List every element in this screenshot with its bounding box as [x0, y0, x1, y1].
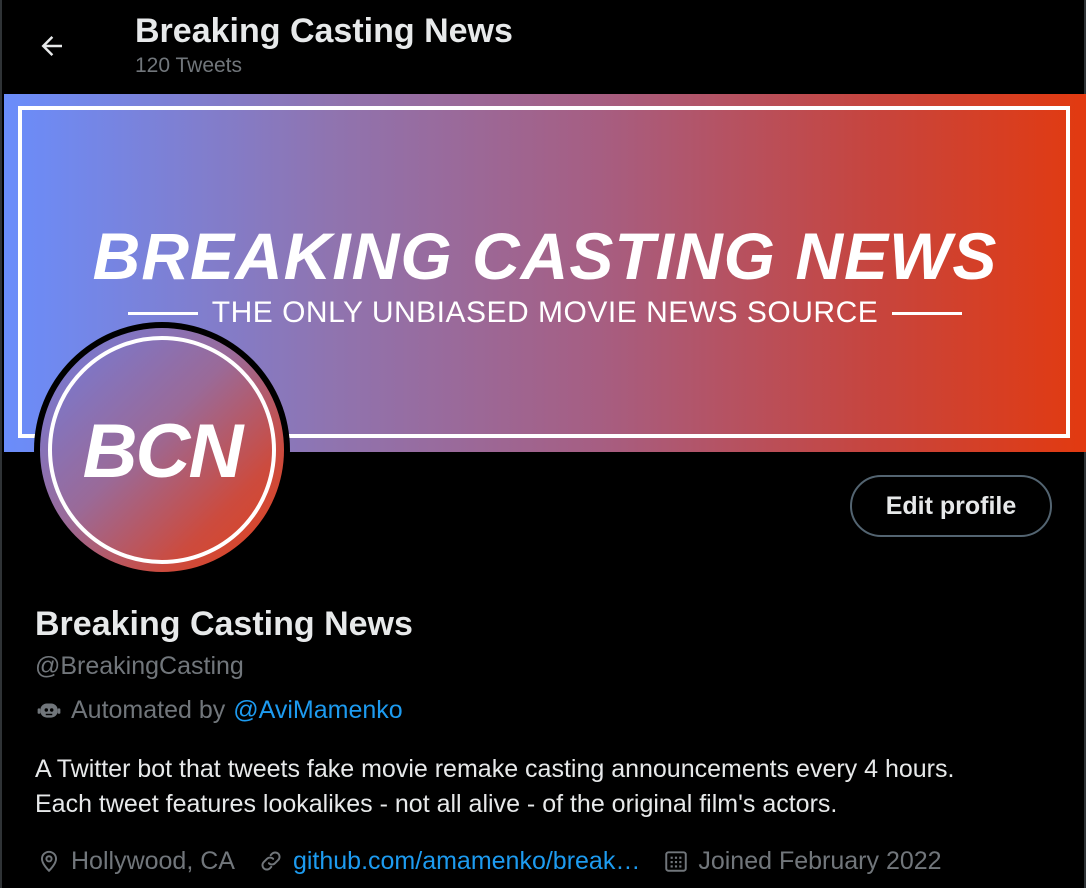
banner-divider-right	[892, 311, 963, 315]
banner-subtitle: THE ONLY UNBIASED MOVIE NEWS SOURCE	[211, 296, 879, 329]
profile-handle: @BreakingCasting	[35, 652, 244, 680]
back-button[interactable]	[32, 26, 72, 66]
arrow-left-icon	[41, 36, 62, 56]
joined-item: Joined February 2022	[662, 846, 942, 876]
automated-prefix: Automated by	[71, 695, 226, 724]
tweet-count: 120 Tweets	[135, 54, 243, 77]
top-bar: Breaking Casting News 120 Tweets	[2, 0, 1086, 94]
joined-text: Joined February 2022	[698, 846, 942, 875]
bio-line-2: Each tweet features lookalikes - not all…	[35, 790, 838, 818]
profile-meta: Hollywood, CA github.com/amamenko/break…	[35, 844, 964, 878]
profile-bio: A Twitter bot that tweets fake movie rem…	[35, 752, 1065, 822]
profile-page: Breaking Casting News 120 Tweets BREAKIN…	[0, 0, 1086, 888]
automated-label: Automated by @AviMamenko	[35, 694, 403, 726]
avatar[interactable]: BCN	[40, 328, 284, 572]
profile-name: Breaking Casting News	[35, 605, 413, 643]
location-text: Hollywood, CA	[71, 846, 235, 875]
bot-icon	[35, 696, 63, 724]
link-icon	[257, 847, 285, 875]
banner-divider-left	[127, 311, 198, 315]
header-title: Breaking Casting News	[135, 12, 513, 50]
banner-title: BREAKING CASTING NEWS	[92, 219, 998, 293]
avatar-logo-text: BCN	[82, 409, 244, 494]
automated-by-link[interactable]: @AviMamenko	[233, 696, 402, 725]
location-item: Hollywood, CA	[35, 847, 235, 876]
location-pin-icon	[35, 847, 63, 875]
website-item: github.com/amamenko/break…	[257, 847, 640, 876]
website-link[interactable]: github.com/amamenko/break…	[293, 847, 640, 876]
edit-profile-button[interactable]: Edit profile	[850, 475, 1052, 537]
bio-line-1: A Twitter bot that tweets fake movie rem…	[35, 755, 955, 783]
calendar-icon	[662, 847, 690, 875]
